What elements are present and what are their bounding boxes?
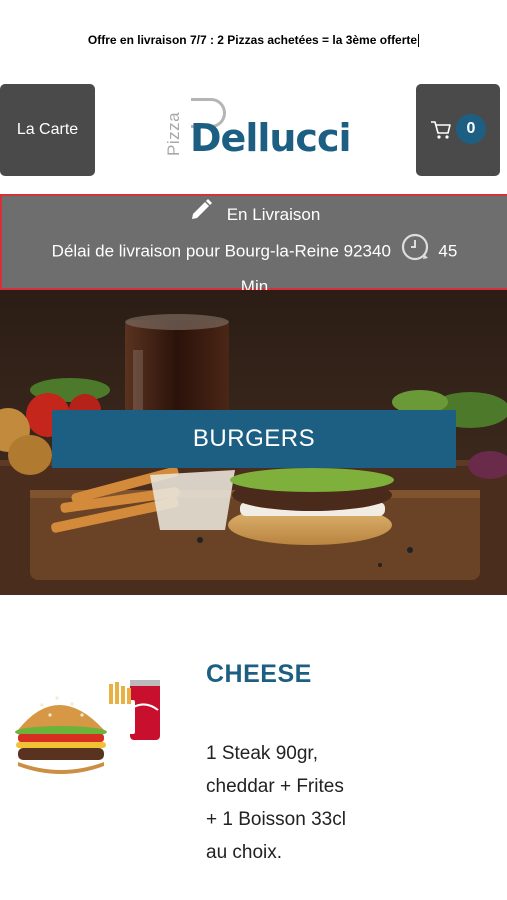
- description-line: cheddar + Frites: [206, 776, 344, 797]
- product-title: CHEESE: [206, 660, 312, 688]
- cart-icon: [430, 120, 452, 145]
- product-image: [12, 670, 172, 790]
- logo-main-text: Dellucci: [190, 116, 351, 160]
- product-description: 1 Steak 90gr, cheddar + Frites + 1 Boiss…: [206, 737, 396, 869]
- promo-text: Offre en livraison 7/7 : 2 Pizzas acheté…: [87, 33, 418, 47]
- description-line: 1 Steak 90gr,: [206, 743, 318, 764]
- clock-icon: [400, 232, 430, 272]
- cart-count-badge: 0: [456, 114, 486, 144]
- category-title: BURGERS: [192, 425, 316, 452]
- description-line: + 1 Boisson 33cl: [206, 809, 346, 830]
- description-line: au choix.: [206, 842, 283, 863]
- promo-banner: Offre en livraison 7/7 : 2 Pizzas acheté…: [0, 0, 507, 80]
- menu-button-label: La Carte: [16, 121, 79, 138]
- site-header: La Carte Pizza Dellucci 0: [0, 80, 507, 188]
- delivery-delay-row: Délai de livraison pour Bourg-la-Reine 9…: [2, 232, 507, 272]
- product-card[interactable]: CHEESE 1 Steak 90gr, cheddar + Frites + …: [0, 640, 507, 900]
- cart-button[interactable]: 0: [416, 84, 500, 176]
- delivery-delay-text: Délai de livraison pour Bourg-la-Reine 9…: [51, 241, 391, 261]
- category-title-banner: BURGERS: [52, 410, 456, 468]
- brand-logo[interactable]: Pizza Dellucci: [160, 94, 351, 164]
- category-hero: BURGERS: [0, 290, 507, 595]
- delivery-mode-label: En Livraison: [226, 205, 321, 224]
- logo-small-text: Pizza: [164, 111, 183, 156]
- edit-pencil-icon[interactable]: [189, 198, 213, 232]
- delivery-info-panel[interactable]: En Livraison Délai de livraison pour Bou…: [0, 194, 507, 296]
- text-caret: [418, 33, 420, 47]
- delivery-minutes: 45: [438, 241, 458, 261]
- menu-button[interactable]: La Carte: [0, 84, 95, 176]
- delivery-mode-row: En Livraison: [2, 198, 507, 232]
